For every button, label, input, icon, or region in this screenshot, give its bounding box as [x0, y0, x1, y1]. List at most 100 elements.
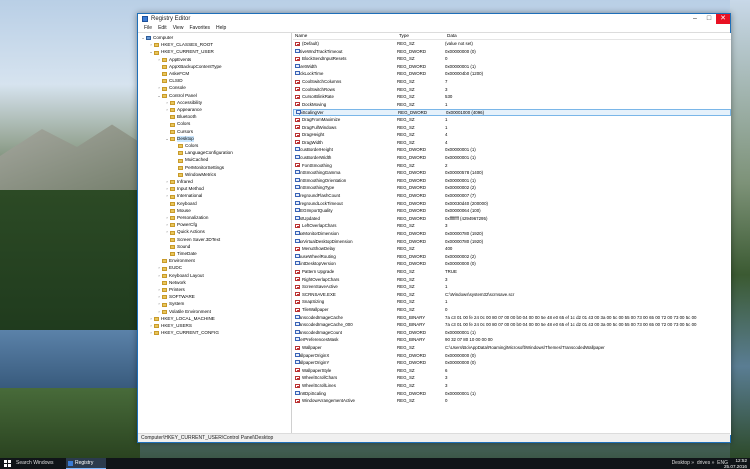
- value-row[interactable]: WallpaperStyle REG_SZ 6: [293, 368, 731, 375]
- menu-help[interactable]: Help: [213, 24, 229, 32]
- tree-item[interactable]: ⌄ Desktop: [164, 135, 194, 143]
- value-row[interactable]: JPEGImportQuality REG_DWORD 0x00000064 (10…: [293, 208, 731, 215]
- value-row[interactable]: WindowArrangementActive REG_SZ 0: [293, 398, 731, 405]
- value-row[interactable]: TranscodedImageCache_000 REG_BINARY 7a c3 …: [293, 322, 731, 329]
- tree-item[interactable]: › Accessibility: [164, 100, 202, 107]
- tree-item[interactable]: › Printers: [156, 287, 185, 294]
- tree-item[interactable]: Mouse: [164, 208, 191, 215]
- minimize-button[interactable]: –: [688, 14, 702, 24]
- value-row[interactable]: ForegroundFlashCount REG_DWORD 0x00000007 …: [293, 193, 731, 200]
- tray-items[interactable]: Desktop » drives » ENG: [672, 458, 728, 469]
- value-row[interactable]: DockMoving REG_SZ 1: [293, 102, 731, 109]
- value-row[interactable]: UserPreferencesMask REG_BINARY 90 32 07 80…: [293, 337, 731, 344]
- tree-item[interactable]: › Volatile Environment: [156, 309, 211, 316]
- tree-item[interactable]: ⌄ Computer: [140, 35, 173, 42]
- tree-item[interactable]: › SOFTWARE: [156, 294, 195, 301]
- value-row[interactable]: LastUpdated REG_DWORD 0xffffffff (42949672…: [293, 215, 731, 223]
- title-bar[interactable]: Registry Editor – □ ✕: [138, 14, 730, 24]
- tree-item[interactable]: › Quick Actions: [164, 229, 205, 236]
- tree-item[interactable]: Bluetooth: [164, 114, 196, 121]
- value-row[interactable]: RightOverlapChars REG_SZ 3: [293, 277, 731, 284]
- tree-item[interactable]: CLSID: [156, 78, 183, 85]
- tree-item[interactable]: Keyboard: [164, 201, 197, 208]
- value-row[interactable]: ClickLockTime REG_DWORD 0x000004b0 (1200): [293, 71, 731, 78]
- value-row[interactable]: TranscodedImageCount REG_DWORD 0x00000001 …: [293, 329, 731, 337]
- value-row[interactable]: TranscodedImageCache REG_BINARY 7a c3 01 0…: [293, 314, 731, 322]
- value-row[interactable]: ForegroundLockTimeout REG_DWORD 0x00030d40…: [293, 200, 731, 208]
- column-name-header[interactable]: Name: [295, 33, 307, 40]
- taskbar-registry-editor[interactable]: Registry Editor: [66, 458, 106, 469]
- menu-edit[interactable]: Edit: [155, 24, 170, 32]
- value-row[interactable]: ScreenSaveActive REG_SZ 1: [293, 284, 731, 291]
- value-row[interactable]: FontSmoothingType REG_DWORD 0x00000002 (2): [293, 185, 731, 192]
- tree-item[interactable]: Colors: [164, 121, 190, 128]
- tree-item[interactable]: AskeFCM: [156, 71, 189, 78]
- value-row[interactable]: PaintDesktopVersion REG_DWORD 0x00000000 (…: [293, 261, 731, 268]
- value-row[interactable]: Pattern Upgrade REG_SZ TRUE: [293, 269, 731, 276]
- tree-item[interactable]: PerMonitorSettings: [172, 165, 224, 172]
- value-row[interactable]: BlockSendInputResets REG_SZ 0: [293, 56, 731, 63]
- tree-item[interactable]: LanguageConfiguration: [172, 150, 233, 157]
- tree-item[interactable]: ⌄ Control Panel: [156, 93, 197, 100]
- tray-desktop[interactable]: Desktop: [672, 460, 690, 466]
- tree-item[interactable]: › Console: [156, 85, 186, 92]
- value-row[interactable]: MouseWheelRouting REG_DWORD 0x00000002 (2): [293, 253, 731, 261]
- value-row[interactable]: TileWallpaper REG_SZ 0: [293, 307, 731, 314]
- value-row[interactable]: FocusBorderWidth REG_DWORD 0x00000001 (1): [293, 155, 731, 162]
- tree-item[interactable]: › HKEY_USERS: [148, 323, 192, 330]
- tree-item[interactable]: › Personalization: [164, 215, 208, 222]
- tree-item[interactable]: Cursors: [164, 129, 193, 136]
- value-row[interactable]: MaxVirtualDesktopDimension REG_DWORD 0x000…: [293, 238, 731, 246]
- value-row[interactable]: MenuShowDelay REG_SZ 400: [293, 246, 731, 253]
- column-type-header[interactable]: Type: [399, 33, 409, 40]
- start-button[interactable]: [4, 460, 11, 467]
- tree-item[interactable]: Screen Saver.3DText: [164, 237, 220, 244]
- value-row[interactable]: DpiScalingVer REG_DWORD 0x00001000 (4096): [293, 109, 731, 116]
- tree-item[interactable]: › PowerCfg: [164, 222, 197, 229]
- tree-item[interactable]: › HKEY_CURRENT_CONFIG: [148, 330, 219, 337]
- value-row[interactable]: FontSmoothing REG_SZ 2: [293, 163, 731, 170]
- tree-item[interactable]: ⌄ HKEY_CURRENT_USER: [148, 49, 214, 56]
- tree-item[interactable]: Network: [156, 280, 186, 287]
- value-row[interactable]: DragFromMaximize REG_SZ 1: [293, 117, 731, 124]
- value-row[interactable]: CursorBlinkRate REG_SZ 530: [293, 94, 731, 101]
- value-row[interactable]: DragFullWindows REG_SZ 1: [293, 125, 731, 132]
- tree-item[interactable]: AppXBackupContentType: [156, 64, 222, 71]
- value-row[interactable]: CaretWidth REG_DWORD 0x00000001 (1): [293, 63, 731, 71]
- tree-item[interactable]: WindowMetrics: [172, 172, 216, 179]
- tree-item[interactable]: › Infrared: [164, 179, 193, 186]
- tree-item[interactable]: Colors: [172, 143, 198, 150]
- value-row[interactable]: FontSmoothingOrientation REG_DWORD 0x00000…: [293, 177, 731, 185]
- tree-item[interactable]: › HKEY_LOCAL_MACHINE: [148, 316, 215, 323]
- tree-item[interactable]: Environment: [156, 258, 195, 265]
- taskbar-clock[interactable]: 12:52 25.07.2016: [724, 458, 747, 469]
- maximize-button[interactable]: □: [702, 14, 716, 24]
- value-row[interactable]: (Default) REG_SZ (value not set): [293, 41, 731, 48]
- value-row[interactable]: WheelScrollLines REG_SZ 3: [293, 383, 731, 390]
- tree-item[interactable]: › EUDC: [156, 265, 182, 272]
- value-row[interactable]: WallpaperOriginX REG_DWORD 0x00000000 (0): [293, 352, 731, 360]
- value-row[interactable]: DragHeight REG_SZ 4: [293, 132, 731, 139]
- tree-item[interactable]: Sound: [164, 244, 190, 251]
- menu-file[interactable]: File: [141, 24, 155, 32]
- value-row[interactable]: MaxMonitorDimension REG_DWORD 0x00000780 (…: [293, 231, 731, 238]
- menu-favorites[interactable]: Favorites: [186, 24, 213, 32]
- tree-item[interactable]: › Keyboard Layout: [156, 273, 204, 280]
- value-row[interactable]: LeftOverlapChars REG_SZ 3: [293, 223, 731, 230]
- value-row[interactable]: WheelScrollChars REG_SZ 3: [293, 375, 731, 382]
- tree-item[interactable]: › Input Method: [164, 186, 204, 193]
- value-row[interactable]: ActiveWndTrackTimeout REG_DWORD 0x00000000…: [293, 48, 731, 56]
- tree-item[interactable]: TimeDate: [164, 251, 197, 258]
- value-row[interactable]: FocusBorderHeight REG_DWORD 0x00000001 (1): [293, 147, 731, 154]
- tray-drives[interactable]: drives: [697, 460, 710, 466]
- value-row[interactable]: DragWidth REG_SZ 4: [293, 140, 731, 147]
- tree-item[interactable]: › AppEvents: [156, 57, 191, 64]
- tree-item[interactable]: › System: [156, 301, 184, 308]
- column-data-header[interactable]: Data: [447, 33, 457, 40]
- tree-item[interactable]: › International: [164, 193, 202, 200]
- menu-view[interactable]: View: [170, 24, 187, 32]
- value-row[interactable]: Wallpaper REG_SZ C:\Users\Bo\AppData\Roami…: [293, 345, 731, 352]
- tree-item[interactable]: › Appearance: [164, 107, 202, 114]
- value-row[interactable]: CoolSwitchRows REG_SZ 3: [293, 87, 731, 94]
- value-row[interactable]: SCRNSAVE.EXE REG_SZ C:\Windows\system32\sc…: [293, 292, 731, 299]
